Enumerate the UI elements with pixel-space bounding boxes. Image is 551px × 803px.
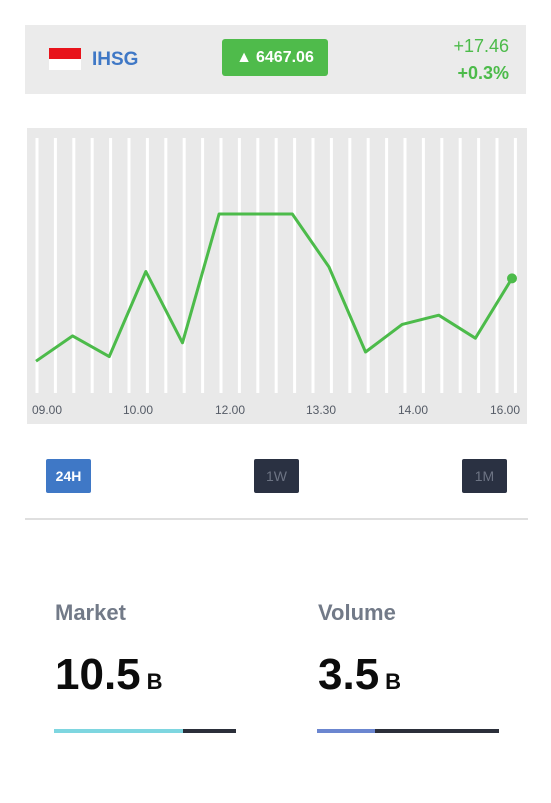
x-tick-label: 13.30: [306, 403, 336, 417]
market-unit: B: [146, 669, 163, 694]
x-tick-label: 16.00: [490, 403, 520, 417]
range-1w-button[interactable]: 1W: [254, 459, 299, 493]
x-tick-label: 10.00: [123, 403, 153, 417]
up-arrow-icon: ▲: [236, 48, 252, 66]
last-price-marker: [507, 273, 517, 284]
x-tick-label: 14.00: [398, 403, 428, 417]
market-bar-track: [54, 729, 236, 733]
indonesia-flag-icon: [49, 48, 81, 70]
volume-label: Volume: [318, 600, 396, 625]
range-1m-button[interactable]: 1M: [462, 459, 507, 493]
change-absolute: +17.46: [453, 36, 509, 56]
x-tick-label: 09.00: [32, 403, 62, 417]
volume-bar-fill: [317, 729, 376, 733]
section-divider: [25, 518, 528, 520]
range-24h-button[interactable]: 24H: [46, 459, 91, 493]
market-bar-fill: [54, 729, 184, 733]
x-tick-label: 12.00: [215, 403, 245, 417]
chart-svg: 09.00 10.00 12.00 13.30 14.00 16.00: [32, 138, 520, 417]
price-value: 6467.06: [256, 48, 314, 66]
change-percent: +0.3%: [457, 63, 509, 83]
ticker-symbol: IHSG: [92, 49, 139, 70]
market-value: 10.5 B: [55, 650, 163, 700]
market-label: Market: [55, 600, 126, 625]
market-number: 10.5: [55, 650, 141, 699]
index-header: IHSG ▲ 6467.06 +17.46 +0.3%: [25, 25, 526, 94]
price-chart: 09.00 10.00 12.00 13.30 14.00 16.00: [27, 128, 527, 424]
price-badge: ▲ 6467.06: [222, 39, 328, 76]
volume-number: 3.5: [318, 650, 380, 699]
volume-bar-track: [317, 729, 499, 733]
volume-unit: B: [385, 669, 402, 694]
volume-value: 3.5 B: [318, 650, 401, 700]
